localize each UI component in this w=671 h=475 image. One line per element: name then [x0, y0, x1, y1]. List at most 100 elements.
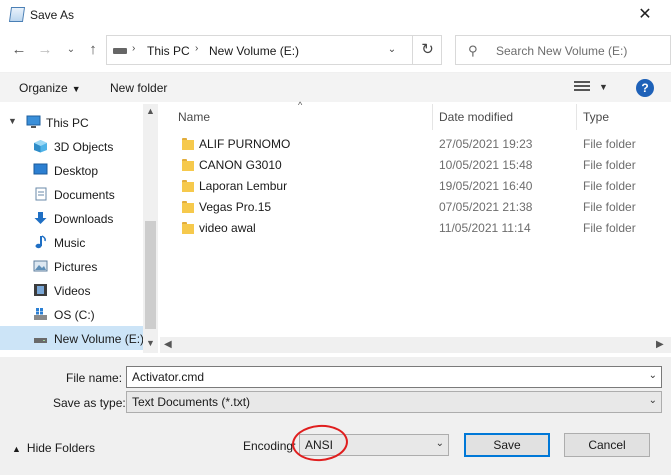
table-row[interactable]: CANON G3010 10/05/2021 15:48 File folder	[160, 155, 671, 176]
forward-button[interactable]: →	[34, 39, 56, 61]
scroll-down-icon[interactable]: ▼	[146, 338, 155, 348]
sidebar-item-label: New Volume (E:)	[54, 332, 145, 346]
scroll-up-icon[interactable]: ▲	[146, 106, 155, 116]
notepad-icon	[8, 7, 26, 22]
save-type-label: Save as type:	[53, 396, 126, 410]
sidebar-item-music[interactable]: Music	[0, 230, 143, 254]
column-divider[interactable]	[432, 104, 433, 130]
breadcrumb-this-pc[interactable]: This PC	[147, 44, 190, 58]
desktop-icon	[33, 163, 48, 177]
file-date: 07/05/2021 21:38	[439, 200, 533, 214]
organize-label: Organize	[19, 81, 68, 95]
file-type: File folder	[583, 158, 636, 172]
table-row[interactable]: Laporan Lembur 19/05/2021 16:40 File fol…	[160, 176, 671, 197]
music-icon	[33, 235, 48, 249]
file-type: File folder	[583, 137, 636, 151]
annotation-circle	[290, 423, 350, 463]
hide-folders-button[interactable]: ▲ Hide Folders	[12, 441, 95, 455]
os-drive-icon	[33, 307, 48, 321]
file-list: ^ Name Date modified Type ALIF PURNOMO 2…	[160, 100, 671, 353]
chevron-right-icon[interactable]: ›	[195, 43, 198, 54]
file-type: File folder	[583, 221, 636, 235]
save-button[interactable]: Save	[464, 433, 550, 457]
table-row[interactable]: ALIF PURNOMO 27/05/2021 19:23 File folde…	[160, 134, 671, 155]
sidebar-item-os-c[interactable]: OS (C:)	[0, 302, 143, 326]
search-icon: ⚲	[468, 43, 478, 58]
chevron-down-icon[interactable]: ▼	[8, 116, 17, 126]
back-button[interactable]: ←	[8, 39, 30, 61]
chevron-down-icon[interactable]: ▼	[599, 82, 608, 92]
navigation-bar: ← → ⌄ ↑ › This PC › New Volume (E:) ⌄ ↻ …	[0, 33, 671, 67]
file-name: CANON G3010	[199, 158, 282, 172]
column-header-type[interactable]: Type	[583, 110, 609, 134]
file-type: File folder	[583, 179, 636, 193]
sidebar-scrollbar[interactable]: ▲ ▼	[143, 104, 158, 353]
file-date: 11/05/2021 11:14	[439, 221, 531, 235]
file-name: video awal	[199, 221, 256, 235]
search-input[interactable]: ⚲ Search New Volume (E:)	[455, 35, 671, 65]
navigation-pane: ▼ This PC 3D Objects Desktop Documents D…	[0, 104, 158, 353]
sidebar-item-videos[interactable]: Videos	[0, 278, 143, 302]
horizontal-scrollbar[interactable]: ◀ ▶	[160, 337, 671, 353]
cube-icon	[33, 139, 48, 153]
folder-icon	[182, 159, 194, 171]
chevron-down-icon[interactable]: ⌄	[649, 370, 657, 381]
sidebar-item-label: This PC	[46, 116, 89, 130]
file-type: File folder	[583, 200, 636, 214]
scroll-left-icon[interactable]: ◀	[164, 339, 172, 350]
pictures-icon	[33, 259, 48, 273]
table-row[interactable]: video awal 11/05/2021 11:14 File folder	[160, 218, 671, 239]
file-name-value: Activator.cmd	[132, 370, 205, 384]
sidebar-item-label: Documents	[54, 188, 115, 202]
chevron-down-icon[interactable]: ⌄	[649, 395, 657, 406]
scroll-right-icon[interactable]: ▶	[656, 339, 664, 350]
up-button[interactable]: ↑	[82, 39, 104, 61]
sidebar-item-downloads[interactable]: Downloads	[0, 206, 143, 230]
sidebar-item-pictures[interactable]: Pictures	[0, 254, 143, 278]
file-name-field[interactable]: Activator.cmd ⌄	[126, 366, 662, 388]
organize-button[interactable]: Organize ▼	[19, 81, 81, 95]
save-type-select[interactable]: Text Documents (*.txt) ⌄	[126, 391, 662, 413]
drive-icon	[113, 48, 127, 54]
sidebar-item-desktop[interactable]: Desktop	[0, 158, 143, 182]
drive-icon	[33, 331, 48, 345]
chevron-up-icon: ▲	[12, 444, 21, 454]
recent-locations-button[interactable]: ⌄	[60, 39, 82, 61]
sidebar-item-label: Downloads	[54, 212, 114, 226]
sidebar-item-label: Music	[54, 236, 86, 250]
sidebar-item-3d-objects[interactable]: 3D Objects	[0, 134, 143, 158]
address-bar[interactable]: › This PC › New Volume (E:) ⌄ ↻	[106, 35, 442, 65]
table-row[interactable]: Vegas Pro.15 07/05/2021 21:38 File folde…	[160, 197, 671, 218]
refresh-button[interactable]: ↻	[412, 36, 442, 64]
address-dropdown-icon[interactable]: ⌄	[385, 44, 399, 58]
close-button[interactable]: ✕	[630, 4, 660, 26]
scrollbar-thumb[interactable]	[145, 221, 156, 329]
file-name: Laporan Lembur	[199, 179, 288, 193]
breadcrumb-new-volume[interactable]: New Volume (E:)	[209, 44, 299, 58]
command-bar: Organize ▼ New folder ▼ ?	[0, 72, 671, 102]
cancel-button[interactable]: Cancel	[564, 433, 650, 457]
chevron-right-icon[interactable]: ›	[132, 43, 135, 54]
file-name: Vegas Pro.15	[199, 200, 272, 214]
file-date: 19/05/2021 16:40	[439, 179, 533, 193]
save-form: File name: Activator.cmd ⌄ Save as type:…	[0, 357, 671, 475]
help-button[interactable]: ?	[636, 79, 654, 97]
column-header-date[interactable]: Date modified	[439, 110, 513, 134]
file-name: ALIF PURNOMO	[199, 137, 291, 151]
column-header-name[interactable]: Name	[178, 110, 210, 134]
folder-icon	[182, 222, 194, 234]
sidebar-item-new-volume[interactable]: New Volume (E:)	[0, 326, 145, 350]
new-folder-button[interactable]: New folder	[110, 81, 167, 95]
download-icon	[33, 211, 48, 225]
chevron-down-icon[interactable]: ⌄	[436, 438, 444, 449]
sidebar-item-this-pc[interactable]: ▼ This PC	[0, 110, 143, 134]
documents-icon	[33, 187, 48, 201]
sidebar-item-label: OS (C:)	[54, 308, 95, 322]
column-divider[interactable]	[576, 104, 577, 130]
file-date: 27/05/2021 19:23	[439, 137, 533, 151]
view-options-icon[interactable]	[574, 81, 590, 93]
folder-icon	[182, 201, 194, 213]
folder-icon	[182, 180, 194, 192]
sidebar-item-label: Desktop	[54, 164, 99, 178]
sidebar-item-documents[interactable]: Documents	[0, 182, 143, 206]
